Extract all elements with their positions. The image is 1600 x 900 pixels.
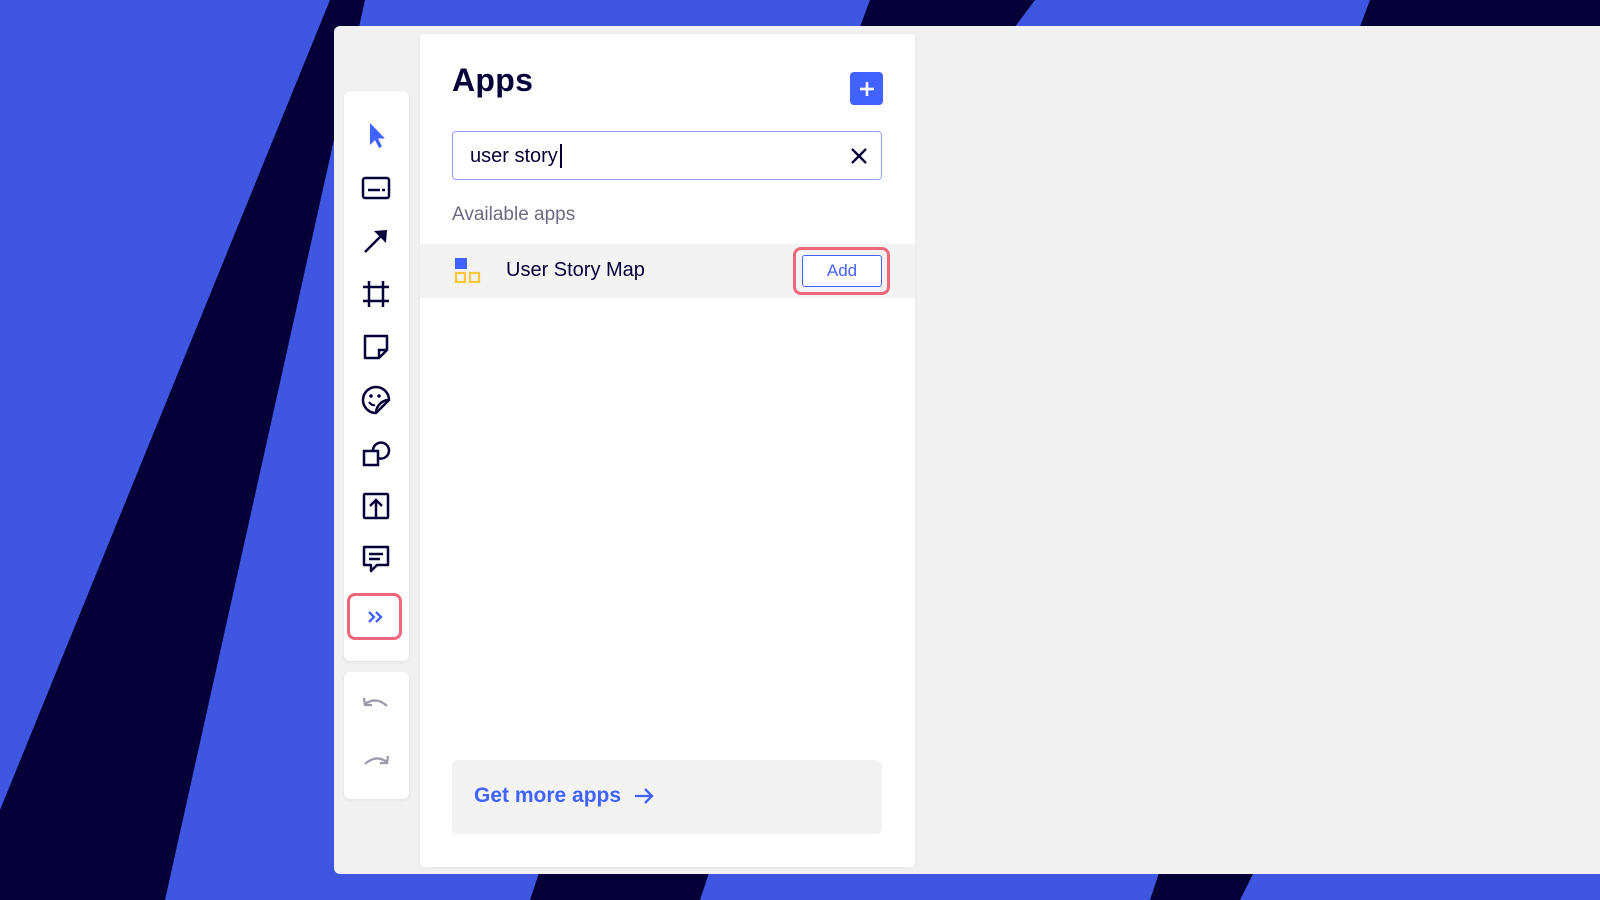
get-more-apps-link[interactable]: Get more apps [474, 784, 655, 808]
left-toolbar [344, 91, 409, 661]
clear-search-button[interactable] [847, 144, 871, 168]
redo-icon[interactable] [356, 744, 396, 784]
app-name: User Story Map [506, 259, 645, 281]
comment-icon[interactable] [356, 539, 396, 579]
available-apps-heading: Available apps [452, 204, 576, 225]
connection-line-icon[interactable] [356, 221, 396, 261]
get-more-apps-card: Get more apps [452, 760, 882, 834]
more-tools-button[interactable] [347, 593, 402, 640]
select-cursor-icon[interactable] [356, 115, 396, 155]
more-tools-icon [367, 610, 383, 623]
get-more-apps-label: Get more apps [474, 784, 622, 807]
search-field [452, 131, 882, 180]
panel-title: Apps [452, 62, 534, 98]
plus-icon [859, 81, 874, 96]
text-caret [560, 144, 562, 168]
shapes-icon[interactable] [356, 433, 396, 473]
search-input[interactable] [470, 143, 830, 169]
add-app-to-board-button[interactable]: Add [802, 255, 882, 287]
apps-panel: Apps Available apps User Story Map Add G… [420, 34, 915, 867]
upload-icon[interactable] [356, 486, 396, 526]
add-button-highlight: Add [793, 247, 890, 295]
user-story-map-icon [454, 258, 481, 284]
add-app-button[interactable] [850, 72, 883, 105]
text-icon[interactable] [356, 168, 396, 208]
sticker-icon[interactable] [356, 380, 396, 420]
app-list-item[interactable]: User Story Map Add [420, 244, 915, 298]
frame-icon[interactable] [356, 274, 396, 314]
history-toolbar [344, 672, 409, 799]
sticky-note-icon[interactable] [356, 327, 396, 367]
undo-icon[interactable] [356, 686, 396, 726]
arrow-right-icon [635, 788, 654, 804]
close-icon [851, 148, 867, 164]
